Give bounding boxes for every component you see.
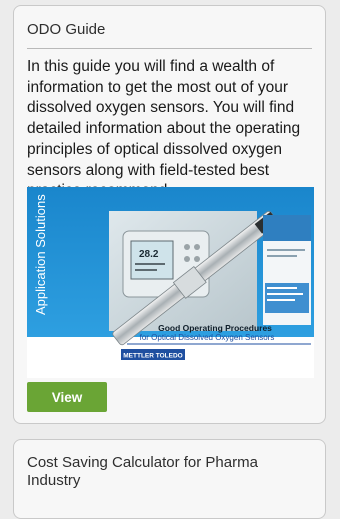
card-title: Cost Saving Calculator for Pharma Indust…: [27, 454, 258, 489]
cover-title-line2: for Optical Dissolved Oxygen Sensors: [140, 333, 275, 342]
card-description: In this guide you will find a wealth of …: [27, 58, 301, 199]
display-reading: 28.2: [139, 249, 159, 260]
odo-guide-card: ODO Guide In this guide you will find a …: [13, 5, 326, 424]
title-divider: [27, 48, 312, 49]
cover-title-line1: Good Operating Procedures: [158, 323, 272, 333]
view-button[interactable]: View: [27, 382, 107, 412]
cover-side-text: Application Solutions: [33, 194, 48, 315]
cost-saving-calculator-card[interactable]: Cost Saving Calculator for Pharma Indust…: [13, 439, 326, 519]
card-title: ODO Guide: [27, 21, 106, 38]
brochure-cover-image: 28.2 Application Solutions Good Operatin…: [27, 187, 314, 378]
brand-logo: METTLER TOLEDO: [123, 353, 182, 360]
